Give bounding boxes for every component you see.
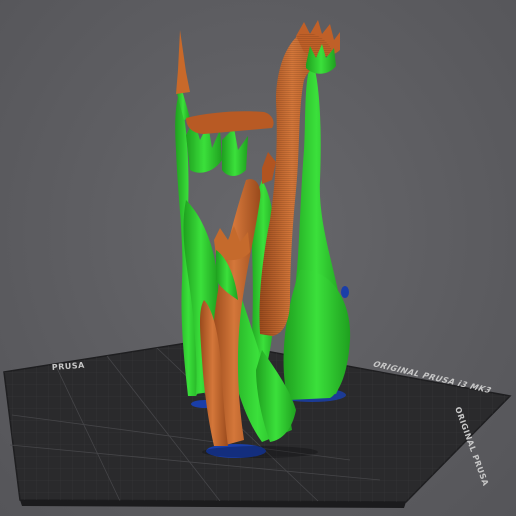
model-shadow — [202, 446, 318, 458]
model-spike — [176, 30, 190, 94]
model-hand-branch — [262, 152, 276, 184]
support-right-base — [283, 269, 351, 400]
3d-viewport[interactable]: ORIGINAL PRUSA i3 MK3 PRUSA ORIGINAL PRU… — [0, 0, 516, 516]
scene-canvas[interactable]: ORIGINAL PRUSA i3 MK3 PRUSA ORIGINAL PRU… — [0, 0, 516, 516]
support-branch-b — [222, 128, 248, 176]
model-bridge — [186, 111, 274, 134]
